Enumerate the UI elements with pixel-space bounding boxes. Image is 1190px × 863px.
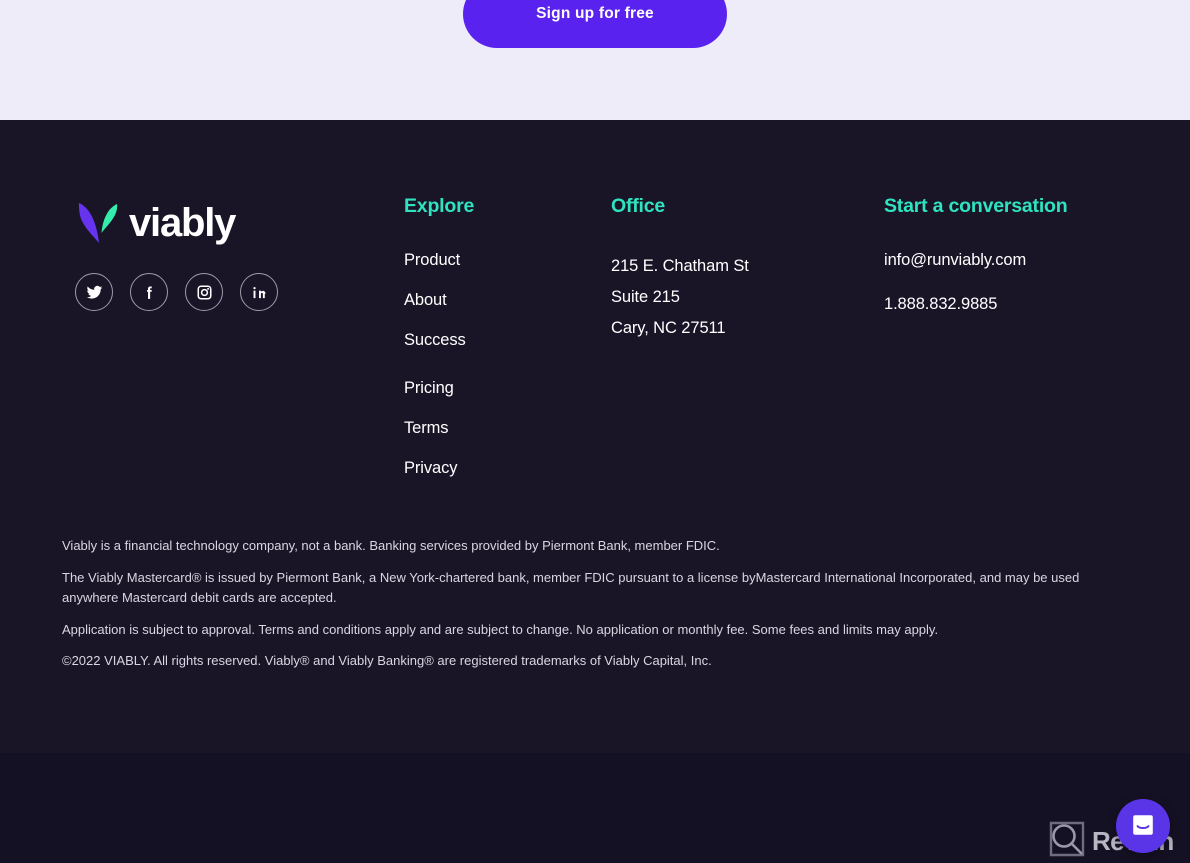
viably-wordmark: viably (129, 201, 236, 245)
facebook-icon (141, 284, 158, 301)
social-link-twitter[interactable] (75, 273, 113, 311)
legal-line-1: Viably is a financial technology company… (62, 538, 720, 553)
legal-disclaimers: Viably is a financial technology company… (62, 536, 1082, 672)
linkedin-icon (251, 284, 268, 301)
social-link-instagram[interactable] (185, 273, 223, 311)
twitter-icon (86, 284, 103, 301)
footer-link-success[interactable]: Success (404, 331, 466, 350)
legal-line-2: The Viably Mastercard® is issued by Pier… (62, 569, 1080, 606)
footer-conversation-column: Start a conversation info@runviably.com … (884, 195, 1164, 314)
footer-office-column: Office 215 E. Chatham St Suite 215 Cary,… (611, 195, 861, 344)
social-links (75, 273, 375, 311)
footer-brand-column: viably (75, 195, 375, 311)
explore-heading: Explore (404, 195, 475, 217)
office-heading: Office (611, 195, 666, 217)
footer-explore-column: Explore Product About Success Pricing Te… (404, 195, 604, 499)
footer-link-terms[interactable]: Terms (404, 419, 449, 438)
footer-link-about[interactable]: About (404, 291, 447, 310)
intercom-chat-icon (1130, 812, 1156, 841)
chat-launcher-button[interactable] (1116, 799, 1170, 853)
footer-link-pricing[interactable]: Pricing (404, 379, 454, 398)
social-link-linkedin[interactable] (240, 273, 278, 311)
contact-email-link[interactable]: info@runviably.com (884, 251, 1026, 270)
footer-columns: viably Explore Product About Success Pri… (0, 120, 1190, 520)
legal-line-4: ©2022 VIABLY. All rights reserved. Viabl… (62, 653, 712, 668)
footer-link-product[interactable]: Product (404, 251, 460, 270)
cta-band: Sign up for free (0, 0, 1190, 120)
office-address-line-2: Suite 215 (611, 288, 680, 306)
legal-line-3: Application is subject to approval. Term… (62, 621, 939, 637)
office-address-line-3: Cary, NC 27511 (611, 319, 726, 337)
social-link-facebook[interactable] (130, 273, 168, 311)
office-address-line-1: 215 E. Chatham St (611, 257, 749, 275)
site-footer: viably Explore Product About Success Pri… (0, 120, 1190, 857)
conversation-heading: Start a conversation (884, 195, 1068, 217)
instagram-icon (196, 284, 213, 301)
viably-leaf-logo-icon (75, 199, 123, 247)
footer-link-privacy[interactable]: Privacy (404, 459, 458, 478)
contact-phone-link[interactable]: 1.888.832.9885 (884, 295, 997, 314)
revain-logo-icon (1048, 820, 1086, 863)
signup-for-free-button[interactable]: Sign up for free (463, 0, 727, 48)
viably-logo[interactable]: viably (75, 195, 375, 251)
